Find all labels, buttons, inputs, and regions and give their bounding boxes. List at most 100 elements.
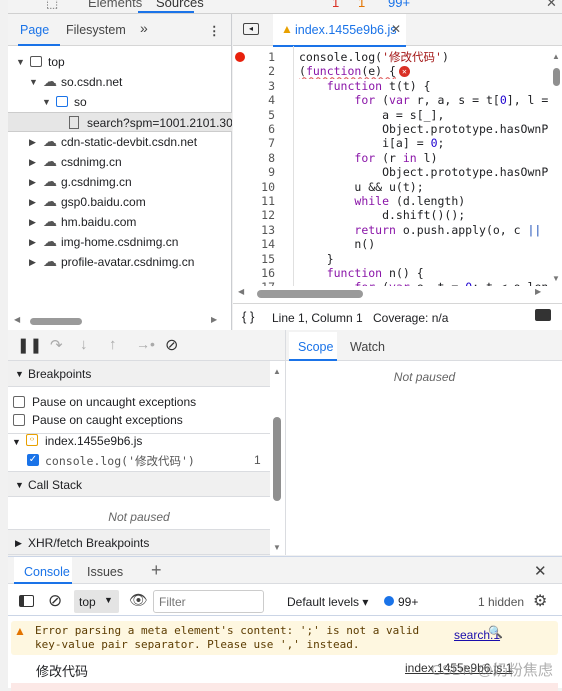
search-icon[interactable]: 🔍 [488, 625, 503, 639]
console-settings-icon[interactable]: ⚙ [533, 591, 547, 611]
more-options-icon[interactable]: ⋮ [208, 23, 221, 38]
code-line[interactable]: 13 return o.push.apply(o, c || [] [233, 223, 562, 237]
expand-icon[interactable]: ▶ [29, 152, 36, 172]
step-over-icon[interactable]: ↷ [50, 336, 63, 354]
code-line[interactable]: 6 Object.prototype.hasOwnPro [233, 122, 562, 136]
expand-icon[interactable]: ▼ [42, 92, 51, 112]
clear-console-icon[interactable]: ⊘ [48, 591, 62, 611]
line-number[interactable]: 14 [235, 237, 275, 251]
tree-item[interactable]: ▼ ☁ so.csdn.net [8, 72, 232, 92]
tree-item[interactable]: ▶ ☁ g.csdnimg.cn [8, 172, 232, 192]
code-line[interactable]: 8 for (r in l) [233, 151, 562, 165]
sidebar-toggle-icon[interactable] [19, 595, 34, 607]
pause-icon[interactable]: ❚❚ [17, 336, 42, 354]
code-line[interactable]: 10 u && u(t); [233, 180, 562, 194]
code-line[interactable]: 2 (function(e) {✕ [233, 64, 562, 78]
tab-issues[interactable]: Issues [87, 565, 123, 579]
more-tabs-icon[interactable]: » [140, 20, 148, 36]
pause-caught-checkbox[interactable] [13, 414, 25, 426]
line-number[interactable]: 12 [235, 208, 275, 222]
pretty-print-icon[interactable]: { } [242, 309, 254, 324]
code-line[interactable]: 5 a = s[_], [233, 108, 562, 122]
filter-input[interactable] [153, 590, 264, 613]
scrollbar-thumb[interactable] [553, 68, 560, 86]
tree-item[interactable]: ▶ ☁ profile-avatar.csdnimg.cn [8, 252, 232, 272]
horizontal-scrollbar[interactable]: ◀ ▶ [233, 286, 550, 300]
tab-scope[interactable]: Scope [298, 340, 333, 354]
tab-elements[interactable]: Elements [88, 0, 142, 10]
line-number[interactable]: 16 [235, 266, 275, 280]
code-line[interactable]: 12 d.shift()(); [233, 208, 562, 222]
warning-count[interactable]: 1 [358, 0, 365, 10]
line-number[interactable]: 8 [235, 151, 275, 165]
tab-sources[interactable]: Sources [156, 0, 204, 10]
step-out-icon[interactable]: ↑ [109, 336, 117, 353]
line-number[interactable]: 6 [235, 122, 275, 136]
expand-icon[interactable]: ▶ [29, 212, 36, 232]
horizontal-scrollbar[interactable]: ◀ ▶ [8, 314, 232, 328]
line-number[interactable]: 5 [235, 108, 275, 122]
line-number[interactable]: 3 [235, 79, 275, 93]
error-icon[interactable]: ✕ [398, 66, 410, 78]
code-area[interactable]: 1 console.log('修改代码') 2 (function(e) {✕ 3 fu… [233, 50, 562, 300]
call-stack-header[interactable]: ▼ Call Stack [8, 471, 270, 497]
line-number[interactable]: 7 [235, 136, 275, 150]
message-count[interactable]: 99+ [388, 0, 410, 10]
code-line[interactable]: 7 i[a] = 0; [233, 136, 562, 150]
expand-icon[interactable]: ▶ [29, 232, 36, 252]
tree-item[interactable]: ▶ ☁ gsp0.baidu.com [8, 192, 232, 212]
code-line[interactable]: 14 n() [233, 237, 562, 251]
expand-icon[interactable]: ▶ [29, 192, 36, 212]
close-tab-icon[interactable]: ✕ [391, 22, 401, 36]
expand-icon[interactable]: ▼ [16, 52, 25, 72]
line-number[interactable]: 9 [235, 165, 275, 179]
expand-icon[interactable]: ▶ [29, 172, 36, 192]
live-expression-icon[interactable]: 👁 [129, 591, 148, 609]
code-line[interactable]: 9 Object.prototype.hasOwnPro [233, 165, 562, 179]
code-line[interactable]: 1 console.log('修改代码') [233, 50, 562, 64]
tree-item[interactable]: ▶ ☁ img-home.csdnimg.cn [8, 232, 232, 252]
line-number[interactable]: 4 [235, 93, 275, 107]
breakpoint-checkbox[interactable]: ✓ [27, 454, 39, 466]
tab-page[interactable]: Page [20, 23, 49, 37]
expand-icon[interactable]: ▼ [29, 72, 38, 92]
tree-item[interactable]: ▶ ☁ cdn-static-devbit.csdn.net [8, 132, 232, 152]
pause-uncaught-checkbox[interactable] [13, 396, 25, 408]
toggle-navigator-icon[interactable]: ◂ [243, 23, 259, 35]
expand-icon[interactable]: ▶ [29, 132, 36, 152]
close-devtools-icon[interactable]: ✕ [546, 0, 557, 11]
breakpoints-header[interactable]: ▼ Breakpoints [8, 361, 270, 387]
code-line[interactable]: 16 function n() { [233, 266, 562, 280]
step-icon[interactable]: →• [136, 336, 155, 352]
close-drawer-icon[interactable]: ✕ [534, 562, 547, 580]
tree-item[interactable]: ▶ ☁ csdnimg.cn [8, 152, 232, 172]
code-line[interactable]: 15 } [233, 252, 562, 266]
log-levels-dropdown[interactable]: Default levels ▾ [287, 595, 368, 609]
context-selector[interactable]: top ▼ [74, 590, 119, 613]
line-number[interactable]: 11 [235, 194, 275, 208]
step-into-icon[interactable]: ↓ [80, 336, 88, 353]
file-tab[interactable]: ▲ index.1455e9b6.js ✕ [273, 14, 406, 47]
drawer-toggle-icon[interactable] [535, 309, 551, 321]
deactivate-breakpoints-icon[interactable]: ⊘ [165, 335, 178, 355]
tab-watch[interactable]: Watch [350, 340, 385, 354]
line-number[interactable]: 15 [235, 252, 275, 266]
code-line[interactable]: 3 function t(t) { [233, 79, 562, 93]
code-line[interactable]: 11 while (d.length) [233, 194, 562, 208]
tree-item[interactable]: ▶ ☁ hm.baidu.com [8, 212, 232, 232]
xhr-breakpoints-header[interactable]: ▶ XHR/fetch Breakpoints [8, 529, 270, 555]
line-number[interactable]: 2 [235, 64, 275, 78]
line-number[interactable]: 1 [235, 50, 275, 64]
code-line[interactable]: 4 for (var r, a, s = t[0], l = t [233, 93, 562, 107]
expand-icon[interactable]: ▼ [12, 437, 21, 447]
tab-console[interactable]: Console [24, 565, 70, 579]
scrollbar-thumb[interactable] [273, 417, 281, 501]
error-count[interactable]: 1 [332, 0, 339, 10]
tree-item[interactable]: ▼ so [8, 92, 232, 112]
message-count[interactable]: 99+ [398, 595, 418, 609]
line-number[interactable]: 13 [235, 223, 275, 237]
scrollbar-thumb[interactable] [30, 318, 82, 325]
vertical-scrollbar[interactable]: ▲ ▼ [550, 50, 562, 300]
tree-item[interactable]: ▼ top [8, 52, 232, 72]
inspect-icon[interactable]: ⬚ [46, 0, 58, 11]
